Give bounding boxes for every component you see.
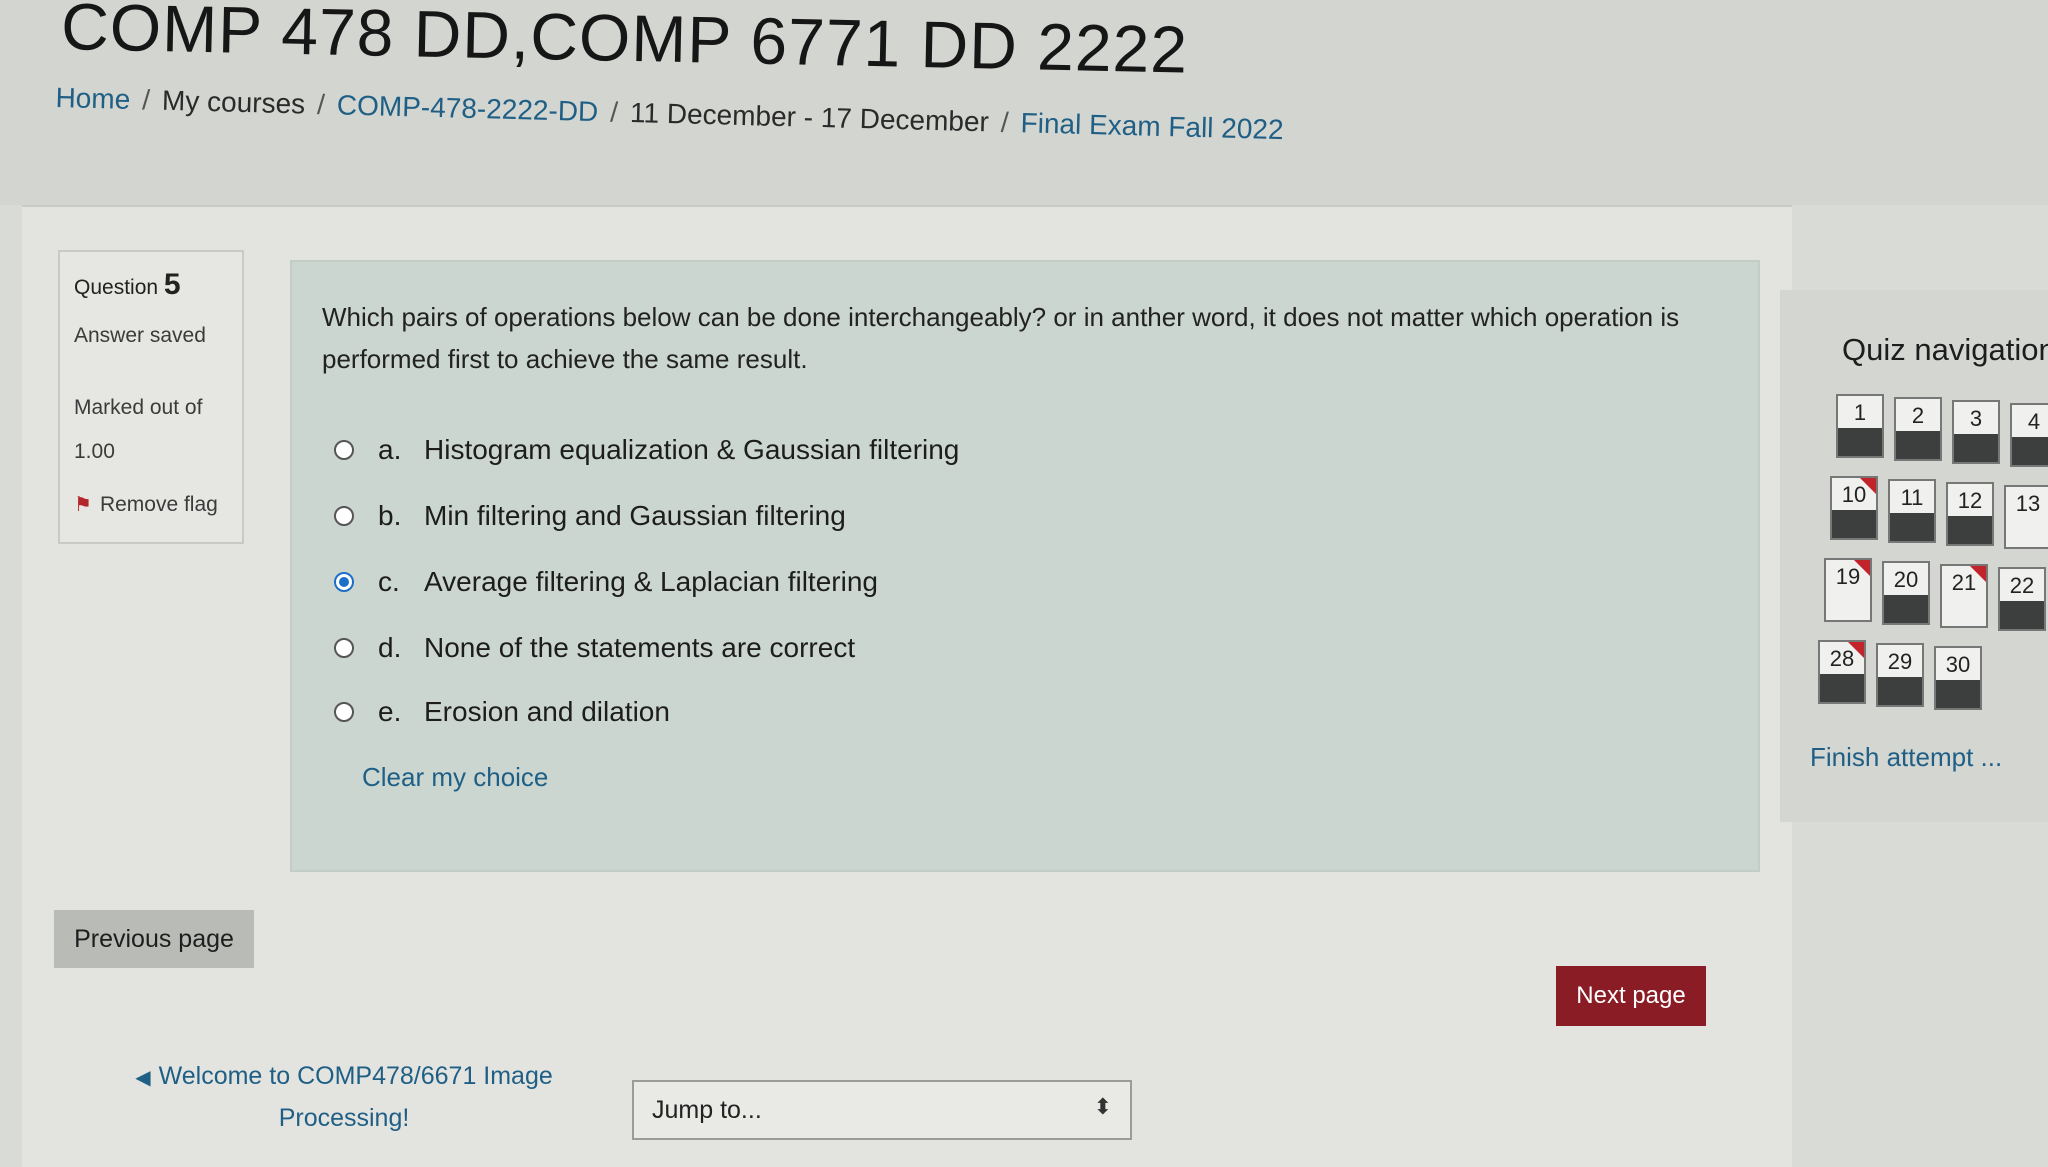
radio-button[interactable] xyxy=(334,440,354,460)
breadcrumb-quiz[interactable]: Final Exam Fall 2022 xyxy=(1020,107,1284,145)
quiz-nav-number: 29 xyxy=(1887,649,1913,674)
previous-activity-label: Welcome to COMP478/6671 Image Processing… xyxy=(158,1062,553,1132)
quiz-nav-number: 21 xyxy=(1951,570,1977,595)
radio-button[interactable] xyxy=(334,702,354,722)
mark-value: 1.00 xyxy=(74,440,115,463)
option-letter: c. xyxy=(378,566,400,597)
quiz-nav-number: 12 xyxy=(1957,488,1983,513)
quiz-nav-number: 2 xyxy=(1911,403,1925,428)
quiz-nav-number: 28 xyxy=(1829,646,1855,671)
quiz-nav-number: 10 xyxy=(1841,482,1867,507)
question-state: Answer saved xyxy=(74,324,206,347)
mark-label: Marked out of xyxy=(74,396,203,419)
previous-page-button[interactable]: Previous page xyxy=(54,910,254,968)
answer-option-b[interactable]: b. Min filtering and Gaussian filtering xyxy=(334,500,846,532)
option-letter: d. xyxy=(378,632,402,663)
quiz-navigation: Quiz navigation 1 2 3 4 10 11 12 13 19 20 21 22 28 29… xyxy=(1780,290,2048,822)
clear-choice-link[interactable]: Clear my choice xyxy=(362,762,548,793)
quiz-nav-button[interactable]: 1 xyxy=(1836,394,1884,458)
quiz-nav-button[interactable]: 29 xyxy=(1876,643,1924,707)
breadcrumb-course[interactable]: COMP-478-2222-DD xyxy=(337,89,599,127)
quiz-nav-button[interactable]: 13 xyxy=(2004,485,2048,549)
breadcrumb-separator: / xyxy=(609,96,619,128)
question-formulation: Which pairs of operations below can be d… xyxy=(290,260,1760,872)
option-text: Histogram equalization & Gaussian filter… xyxy=(424,434,960,465)
finish-attempt-link[interactable]: Finish attempt ... xyxy=(1810,742,2002,773)
option-text: Average filtering & Laplacian filtering xyxy=(424,566,878,597)
quiz-nav-button[interactable]: 22 xyxy=(1998,567,2046,631)
breadcrumb-my-courses[interactable]: My courses xyxy=(162,85,306,120)
radio-button[interactable] xyxy=(334,638,354,658)
option-text: Erosion and dilation xyxy=(424,696,670,727)
question-number-value: 5 xyxy=(163,268,181,301)
quiz-nav-number: 19 xyxy=(1835,564,1861,589)
option-text: None of the statements are correct xyxy=(424,632,856,663)
quiz-nav-number: 1 xyxy=(1853,400,1867,425)
quiz-nav-number: 4 xyxy=(2027,409,2041,434)
page-header: COMP 478 DD,COMP 6771 DD 2222 Home / My co… xyxy=(0,0,2048,205)
next-page-button[interactable]: Next page xyxy=(1556,966,1706,1026)
answer-option-d[interactable]: d. None of the statements are correct xyxy=(334,632,855,664)
quiz-nav-button[interactable]: 28 xyxy=(1818,640,1866,704)
quiz-nav-button[interactable]: 21 xyxy=(1940,564,1988,628)
quiz-nav-button[interactable]: 10 xyxy=(1830,476,1878,540)
quiz-nav-button[interactable]: 19 xyxy=(1824,558,1872,622)
quiz-nav-button[interactable]: 11 xyxy=(1888,479,1936,543)
question-mark: Marked out of 1.00 xyxy=(74,386,234,474)
quiz-nav-number: 3 xyxy=(1969,406,1983,431)
quiz-navigation-title: Quiz navigation xyxy=(1842,332,2048,367)
breadcrumb-separator: / xyxy=(1000,106,1010,138)
jump-to-select[interactable]: Jump to... ⬍ xyxy=(632,1080,1132,1140)
quiz-nav-number: 11 xyxy=(1900,485,1924,510)
breadcrumb-separator: / xyxy=(141,84,151,116)
answer-option-a[interactable]: a. Histogram equalization & Gaussian fil… xyxy=(334,434,959,466)
quiz-nav-button[interactable]: 4 xyxy=(2010,403,2048,467)
breadcrumb-week[interactable]: 11 December - 17 December xyxy=(630,97,990,137)
answer-option-e[interactable]: e. Erosion and dilation xyxy=(334,696,670,728)
answer-option-c[interactable]: c. Average filtering & Laplacian filteri… xyxy=(334,566,878,598)
quiz-nav-number: 20 xyxy=(1893,567,1919,592)
remove-flag-label: Remove flag xyxy=(99,493,218,516)
option-letter: a. xyxy=(378,434,402,465)
quiz-nav-number: 30 xyxy=(1945,652,1971,677)
triangle-left-icon: ◀ xyxy=(135,1067,151,1089)
quiz-nav-button[interactable]: 3 xyxy=(1952,400,2000,464)
quiz-nav-number: 22 xyxy=(2009,573,2035,598)
question-text: Which pairs of operations below can be d… xyxy=(322,302,1680,374)
previous-activity-link[interactable]: ◀ Welcome to COMP478/6671 Image Processin… xyxy=(124,1056,564,1138)
select-arrows-icon: ⬍ xyxy=(1093,1094,1112,1119)
radio-button[interactable] xyxy=(334,506,354,526)
course-title: COMP 478 DD,COMP 6771 DD 2222 xyxy=(60,0,1189,87)
quiz-nav-number: 13 xyxy=(2015,491,2041,516)
breadcrumb-home[interactable]: Home xyxy=(55,82,130,115)
jump-to-label: Jump to... xyxy=(652,1096,762,1124)
radio-button-selected[interactable] xyxy=(334,572,354,592)
quiz-nav-button[interactable]: 12 xyxy=(1946,482,1994,546)
option-text: Min filtering and Gaussian filtering xyxy=(424,500,846,531)
remove-flag-button[interactable]: ⚑ Remove flag xyxy=(74,492,218,517)
question-label: Question xyxy=(74,276,159,299)
question-number: Question 5 xyxy=(74,268,181,302)
quiz-nav-button[interactable]: 2 xyxy=(1894,397,1942,461)
option-letter: b. xyxy=(378,500,402,531)
option-letter: e. xyxy=(378,696,402,727)
quiz-nav-button[interactable]: 30 xyxy=(1934,646,1982,710)
quiz-nav-button[interactable]: 20 xyxy=(1882,561,1930,625)
flag-icon: ⚑ xyxy=(74,494,92,516)
breadcrumb: Home / My courses / COMP-478-2222-DD / 11 Dece… xyxy=(55,82,1284,146)
breadcrumb-separator: / xyxy=(316,88,326,121)
question-info: Question 5 Answer saved Marked out of 1.… xyxy=(58,250,244,544)
